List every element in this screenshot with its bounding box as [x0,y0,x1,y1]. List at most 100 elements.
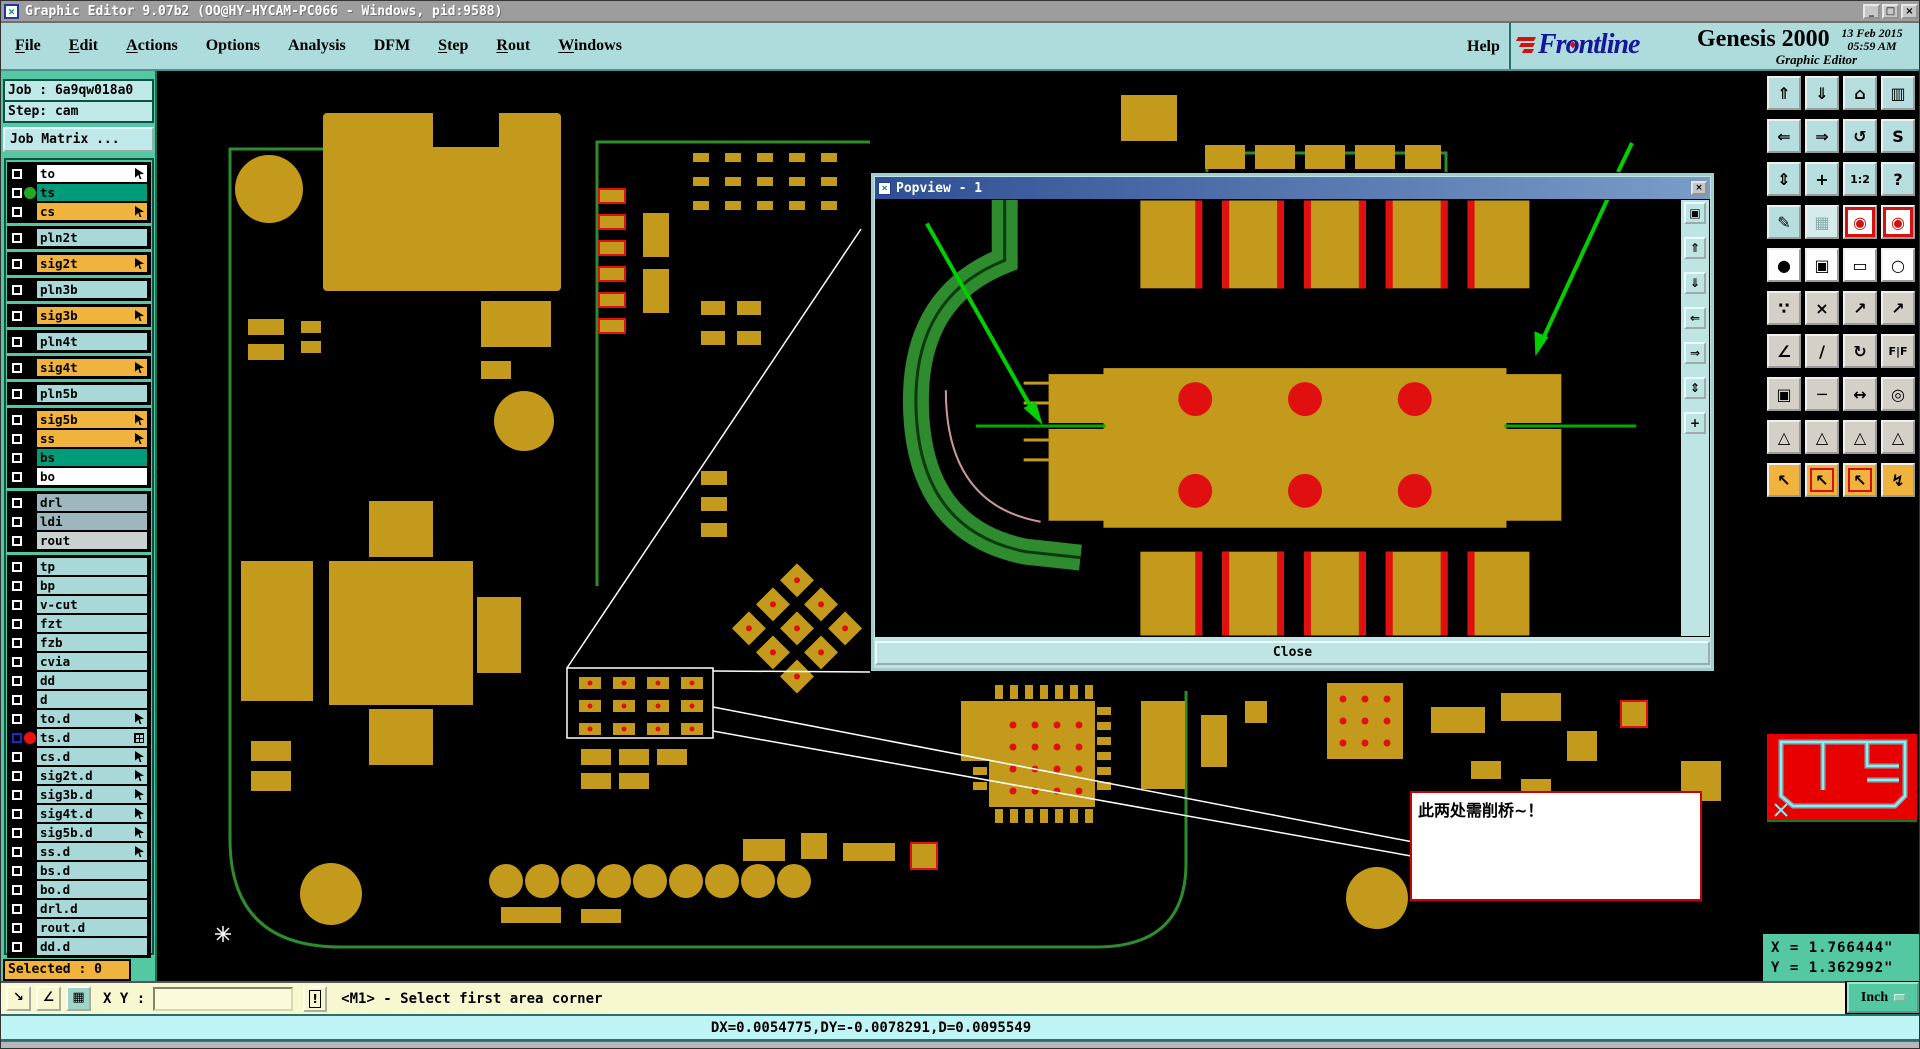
layer-checkbox-dd.d[interactable] [12,941,22,952]
layer-checkbox-pln5b[interactable] [12,388,22,399]
layer-row-sig3b.d[interactable]: sig3b.d [9,785,149,804]
measure-tool-button[interactable]: ▭ [1843,248,1877,282]
refresh-view-button[interactable]: S [1881,119,1915,153]
layer-checkbox-sig5b.d[interactable] [12,827,22,838]
layer-row-sig4t[interactable]: sig4t [9,358,149,377]
arrow-mode-4-button[interactable]: △ [1881,420,1915,454]
layer-checkbox-bp[interactable] [12,580,22,591]
select-single-button[interactable]: ↖ [1767,463,1801,497]
menu-edit[interactable]: Edit [55,37,112,55]
layer-checkbox-bo[interactable] [12,471,22,482]
menu-file[interactable]: File [1,37,55,55]
angle-snap-toggle-button[interactable]: ∠ [36,986,61,1011]
layer-row-ts.d[interactable]: ts.d [9,728,149,747]
minimize-button[interactable]: _ [1863,4,1880,19]
layer-row-cs[interactable]: cs [9,202,149,221]
layer-checkbox-cs.d[interactable] [12,751,22,762]
mirror-axis-button[interactable]: / [1805,334,1839,368]
menu-help[interactable]: Help [1453,23,1514,71]
popview-zoom-fit-button[interactable]: ⇕ [1684,377,1707,399]
grid-snap-toggle-button[interactable]: ▦ [66,986,91,1011]
layer-checkbox-ts[interactable] [12,187,22,198]
layer-checkbox-fzb[interactable] [12,637,22,648]
layer-checkbox-v-cut[interactable] [12,599,22,610]
window-zoom-toggle-button[interactable]: ↘ [6,986,31,1011]
popview-previous-view-button[interactable]: ⇐ [1684,307,1707,329]
zoom-fit-button[interactable]: ⇕ [1767,162,1801,196]
grid-toggle-button[interactable]: ▦ [1805,205,1839,239]
layer-checkbox-cs[interactable] [12,206,22,217]
layer-checkbox-sig3b[interactable] [12,310,22,321]
layer-row-drl[interactable]: drl [9,493,149,512]
layer-checkbox-pln3b[interactable] [12,284,22,295]
layer-row-sig2t[interactable]: sig2t [9,254,149,273]
layer-row-fzt[interactable]: fzt [9,614,149,633]
layer-row-to[interactable]: to [9,164,149,183]
layer-row-sig5b[interactable]: sig5b [9,410,149,429]
layer-checkbox-tp[interactable] [12,561,22,572]
layer-checkbox-d[interactable] [12,694,22,705]
xy-coordinate-input[interactable] [153,986,294,1011]
arrow-mode-3-button[interactable]: △ [1843,420,1877,454]
break-entity-button[interactable]: ─ [1805,377,1839,411]
resize-entity-button[interactable]: ↔ [1843,377,1877,411]
layer-checkbox-fzt[interactable] [12,618,22,629]
layer-row-bs.d[interactable]: bs.d [9,861,149,880]
layer-row-ss[interactable]: ss [9,429,149,448]
unselect-all-button[interactable]: × [1805,291,1839,325]
popview-pan-button[interactable]: + [1684,412,1707,434]
popview-title-bar[interactable]: × Popview - 1 × [875,177,1710,199]
query-mode-button[interactable]: ? [1881,162,1915,196]
layer-checkbox-sig3b.d[interactable] [12,789,22,800]
layer-row-dd.d[interactable]: dd.d [9,937,149,956]
rotate-90-button[interactable]: ↻ [1843,334,1877,368]
layer-row-sig5b.d[interactable]: sig5b.d [9,823,149,842]
layer-row-bo.d[interactable]: bo.d [9,880,149,899]
layer-checkbox-sig5b[interactable] [12,414,22,425]
pan-view-button[interactable]: + [1805,162,1839,196]
layer-row-pln5b[interactable]: pln5b [9,384,149,403]
layer-row-sig3b[interactable]: sig3b [9,306,149,325]
layer-checkbox-ss[interactable] [12,433,22,444]
popview-detach-button[interactable]: ▣ [1684,202,1707,224]
next-view-button[interactable]: ⇒ [1805,119,1839,153]
menu-step[interactable]: Step [424,37,482,55]
layer-checkbox-sig2t.d[interactable] [12,770,22,781]
layer-row-rout.d[interactable]: rout.d [9,918,149,937]
layer-row-ldi[interactable]: ldi [9,512,149,531]
layer-checkbox-sig4t.d[interactable] [12,808,22,819]
popview-canvas[interactable] [876,200,1682,636]
layer-row-pln2t[interactable]: pln2t [9,228,149,247]
popview-next-view-button[interactable]: ⇒ [1684,342,1707,364]
layer-row-to.d[interactable]: to.d [9,709,149,728]
restore-view-button[interactable]: ↺ [1843,119,1877,153]
layer-row-v-cut[interactable]: v-cut [9,595,149,614]
layer-checkbox-to.d[interactable] [12,713,22,724]
close-button[interactable]: × [1901,4,1918,19]
popview-close-x-button[interactable]: × [1691,181,1707,195]
layer-checkbox-drl.d[interactable] [12,903,22,914]
maximize-button[interactable]: □ [1882,4,1899,19]
mirror-text-button[interactable]: F|F [1881,334,1915,368]
menu-windows[interactable]: Windows [544,37,636,55]
confirm-button[interactable]: ! [303,985,328,1012]
layer-checkbox-rout[interactable] [12,535,22,546]
menu-rout[interactable]: Rout [482,37,544,55]
move-origin-button[interactable]: ↗ [1843,291,1877,325]
layer-checkbox-pln2t[interactable] [12,232,22,243]
layer-checkbox-ss.d[interactable] [12,846,22,857]
layer-row-sig2t.d[interactable]: sig2t.d [9,766,149,785]
layer-row-bs[interactable]: bs [9,448,149,467]
display-profile-1-button[interactable]: ◉ [1843,205,1877,239]
rotate-by-angle-button[interactable]: ∠ [1767,334,1801,368]
layer-row-sig4t.d[interactable]: sig4t.d [9,804,149,823]
layer-row-cvia[interactable]: cvia [9,652,149,671]
arrow-mode-2-button[interactable]: △ [1805,420,1839,454]
title-bar[interactable]: × Graphic Editor 9.07b2 (OO@HY-HYCAM-PC0… [1,1,1919,23]
popview-close-button[interactable]: Close [875,641,1710,665]
layer-checkbox-cvia[interactable] [12,656,22,667]
menu-options[interactable]: Options [192,37,274,55]
zoom-out-button[interactable]: ⇓ [1805,76,1839,110]
zoom-area-button[interactable]: ▣ [1805,248,1839,282]
popview-zoom-in-button[interactable]: ⇑ [1684,237,1707,259]
